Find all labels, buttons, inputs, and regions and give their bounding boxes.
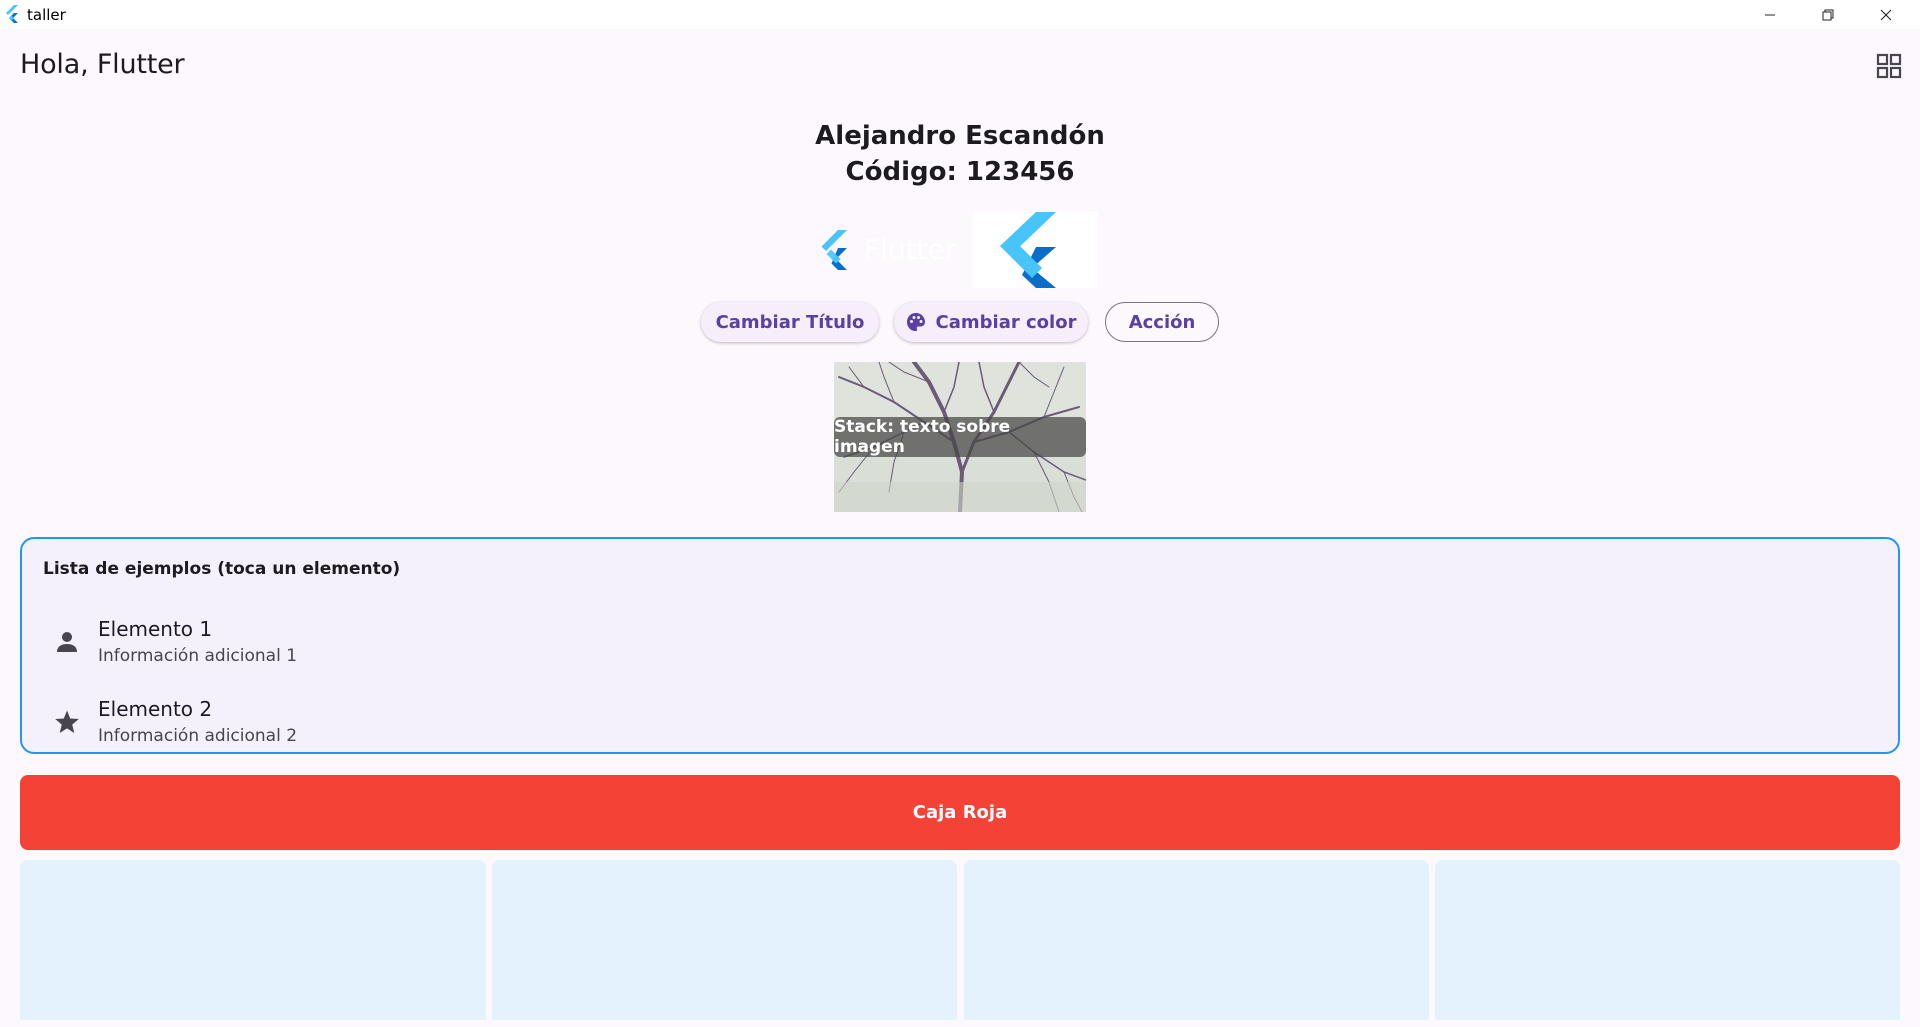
app-body: Hola, Flutter Alejandro Escandón Código:… <box>0 29 1920 1027</box>
action-label: Acción <box>1128 311 1196 333</box>
list-card-title: Lista de ejemplos (toca un elemento) <box>43 559 401 579</box>
restore-icon <box>1822 9 1834 20</box>
window-titlebar: taller <box>0 0 1920 29</box>
stack-overlay-text: Stack: texto sobre imagen <box>834 417 1086 457</box>
example-list-card: Lista de ejemplos (toca un elemento) Ele… <box>20 537 1900 754</box>
close-button[interactable] <box>1857 0 1915 29</box>
student-name: Alejandro Escandón <box>815 121 1105 151</box>
grid-tile <box>964 860 1429 1020</box>
stack-tree-image: Stack: texto sobre imagen <box>834 362 1086 512</box>
change-color-button[interactable]: Cambiar color <box>894 302 1088 342</box>
list-item-title: Elemento 2 <box>98 697 213 721</box>
flutter-logo-icon <box>821 230 847 270</box>
change-title-button[interactable]: Cambiar Título <box>701 302 879 342</box>
grid-tile <box>492 860 957 1020</box>
action-button[interactable]: Acción <box>1105 302 1219 342</box>
flutter-logo-with-text: Flutter <box>820 227 960 273</box>
restore-button[interactable] <box>1799 0 1857 29</box>
flutter-logo-icon <box>1000 212 1056 288</box>
palette-icon <box>906 312 926 332</box>
star-icon <box>55 710 79 733</box>
minimize-button[interactable] <box>1741 0 1799 29</box>
minimize-icon <box>1765 14 1775 15</box>
list-item-subtitle: Información adicional 2 <box>98 726 298 746</box>
appbar-title: Hola, Flutter <box>20 49 185 80</box>
window-title: taller <box>27 6 66 24</box>
flutter-app-icon <box>6 5 18 23</box>
red-box: Caja Roja <box>20 775 1900 850</box>
change-title-label: Cambiar Título <box>715 311 865 333</box>
change-color-label: Cambiar color <box>935 311 1077 333</box>
list-item-subtitle: Información adicional 1 <box>98 646 298 666</box>
flutter-logo-image <box>973 212 1097 288</box>
grid-tile <box>20 860 486 1020</box>
list-item-elemento-2[interactable]: Elemento 2 Información adicional 2 <box>22 685 1897 755</box>
grid-view-icon <box>1876 53 1902 79</box>
list-item-elemento-1[interactable]: Elemento 1 Información adicional 1 <box>22 605 1897 675</box>
close-icon <box>1880 9 1892 20</box>
list-item-title: Elemento 1 <box>98 617 213 641</box>
flutter-logo-text: Flutter <box>864 233 957 266</box>
person-icon <box>57 632 77 652</box>
student-code: Código: 123456 <box>845 157 1075 187</box>
red-box-label: Caja Roja <box>912 802 1008 823</box>
grid-view-button[interactable] <box>1868 45 1910 87</box>
grid-tile <box>1435 860 1900 1020</box>
